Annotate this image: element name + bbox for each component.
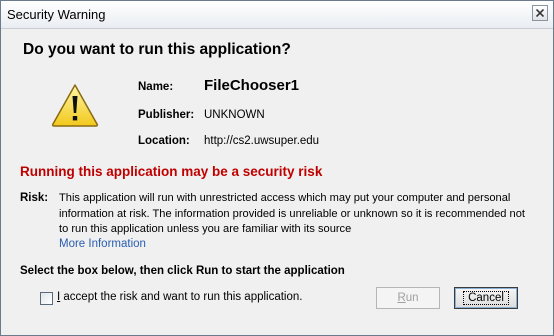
close-button[interactable] <box>532 5 548 21</box>
instruction-text: Select the box below, then click Run to … <box>20 265 345 277</box>
name-value: FileChooser1 <box>204 77 300 94</box>
run-button-label: un <box>405 292 419 304</box>
location-label: Location: <box>138 135 190 147</box>
risk-label: Risk: <box>20 192 49 204</box>
cancel-button[interactable]: Cancel <box>454 287 518 309</box>
publisher-value: UNKNOWN <box>204 109 265 121</box>
run-button[interactable]: Run <box>376 287 440 309</box>
window-title: Security Warning <box>7 7 106 22</box>
dialog-heading: Do you want to run this application? <box>23 41 291 58</box>
title-bar[interactable]: Security Warning <box>1 1 553 29</box>
accept-risk-label-text: accept the risk and want to run this app… <box>60 291 303 303</box>
accept-risk-label[interactable]: I accept the risk and want to run this a… <box>57 291 302 303</box>
security-warning-dialog: Security Warning Do you want to run this… <box>0 0 554 336</box>
location-value: http://cs2.uwsuper.edu <box>204 135 320 147</box>
publisher-label: Publisher: <box>138 109 195 121</box>
name-label: Name: <box>138 81 174 93</box>
more-information-link[interactable]: More Information <box>59 238 146 250</box>
close-icon <box>536 9 544 17</box>
warning-triangle-icon <box>51 84 99 127</box>
run-button-mnemonic: R <box>397 292 406 304</box>
risk-heading: Running this application may be a securi… <box>20 164 323 179</box>
cancel-button-label: Cancel <box>463 291 509 305</box>
accept-risk-checkbox[interactable] <box>40 292 53 305</box>
risk-description: This application will run with unrestric… <box>59 192 525 235</box>
